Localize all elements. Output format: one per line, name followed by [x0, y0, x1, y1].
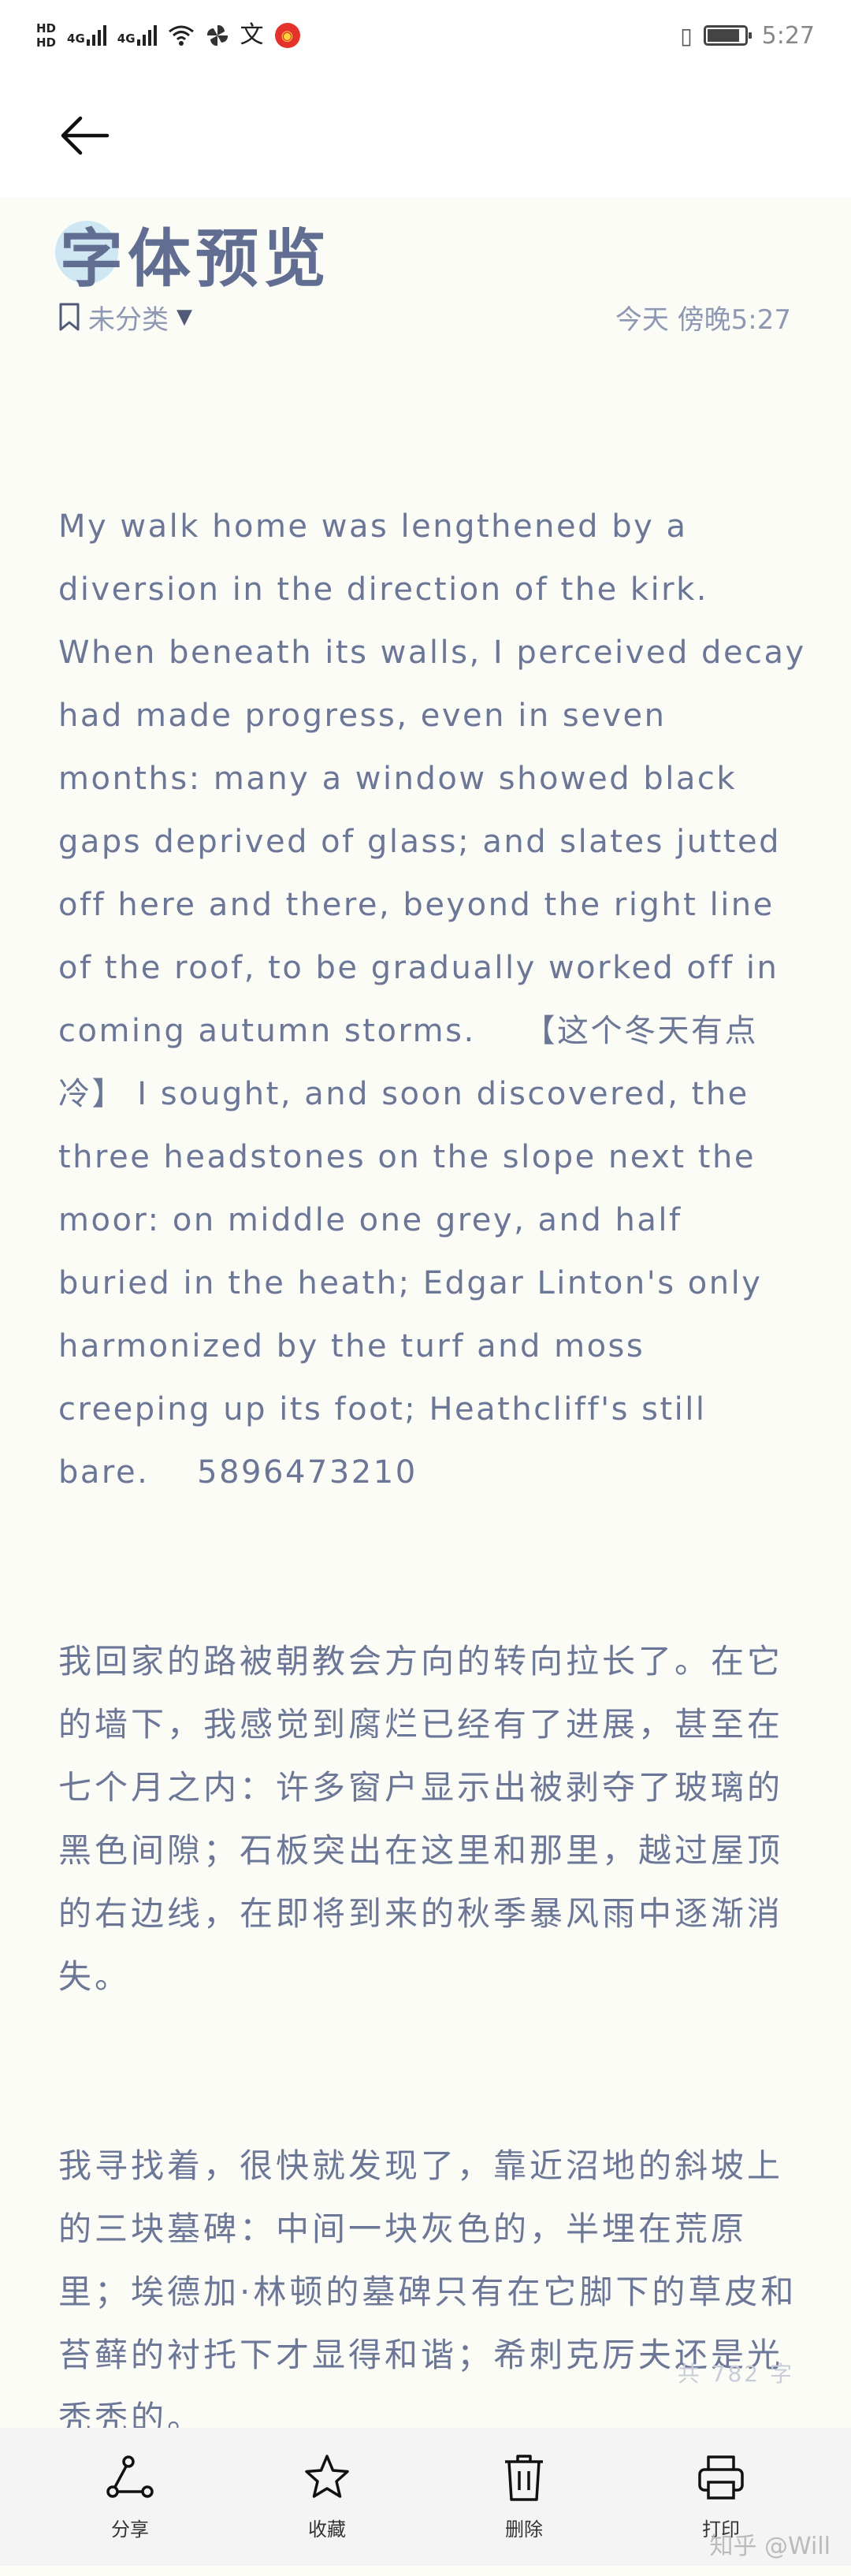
delete-button[interactable]: 删除: [477, 2452, 571, 2541]
wifi-icon: [168, 25, 194, 46]
watermark: 知乎 @Will: [709, 2533, 831, 2560]
app-top-bar: [0, 71, 851, 197]
printer-icon: [698, 2455, 744, 2500]
favorite-label: 收藏: [308, 2518, 346, 2541]
bookmark-icon: [59, 303, 80, 331]
delete-label: 删除: [505, 2518, 543, 2541]
trash-icon: [505, 2455, 543, 2501]
english-paragraph: My walk home was lengthened by a diversi…: [58, 508, 818, 1491]
note-datetime: 今天 傍晚5:27: [615, 303, 791, 336]
pinwheel-icon: [206, 24, 228, 47]
share-icon: [106, 2455, 154, 2498]
category-label: 未分类: [88, 303, 169, 336]
share-button[interactable]: 分享: [83, 2452, 177, 2541]
network-type-2: 4G: [117, 32, 136, 46]
note-content: 字体预览 未分类 ▼ 今天 傍晚5:27 My walk home was le…: [0, 197, 851, 2437]
vibrate-icon: ▯: [680, 22, 693, 49]
status-bar: HD HD 4G 4G 文 ◉ ▯ 5:27: [0, 0, 851, 71]
translate-app-icon: 文: [240, 21, 264, 49]
share-label: 分享: [111, 2518, 149, 2541]
favorite-button[interactable]: 收藏: [280, 2452, 374, 2541]
category-selector[interactable]: 未分类 ▼: [58, 298, 192, 337]
chevron-down-icon: ▼: [177, 305, 192, 329]
battery-icon: [703, 25, 752, 46]
status-time: 5:27: [761, 21, 815, 50]
status-left: HD HD 4G 4G 文 ◉: [36, 21, 300, 50]
weibo-icon: ◉: [274, 23, 300, 48]
hd-indicator: HD HD: [36, 21, 56, 50]
hd-top: HD: [36, 21, 57, 35]
page-title[interactable]: 字体预览: [60, 208, 331, 300]
signal-1: 4G: [67, 25, 106, 46]
chinese-paragraph-2: 我寻找着，很快就发现了，靠近沼地的斜坡上的三块墓碑：中间一块灰色的，半埋在荒原里…: [58, 2146, 797, 2437]
network-type-1: 4G: [67, 32, 85, 46]
signal-2: 4G: [117, 25, 157, 46]
hd-bottom: HD: [36, 35, 57, 50]
note-meta: 未分类 ▼ 今天 傍晚5:27: [58, 293, 791, 341]
word-count: 共 782 字: [677, 2361, 794, 2387]
note-body[interactable]: My walk home was lengthened by a diversi…: [58, 369, 807, 2576]
signal-bars-icon: [136, 25, 157, 46]
status-right: ▯ 5:27: [680, 22, 815, 50]
signal-bars-icon: [86, 25, 106, 46]
chinese-paragraph-1: 我回家的路被朝教会方向的转向拉长了。在它的墙下，我感觉到腐烂已经有了进展，甚至在…: [58, 1642, 784, 1996]
back-arrow-icon[interactable]: [57, 107, 113, 164]
star-icon: [305, 2455, 349, 2498]
